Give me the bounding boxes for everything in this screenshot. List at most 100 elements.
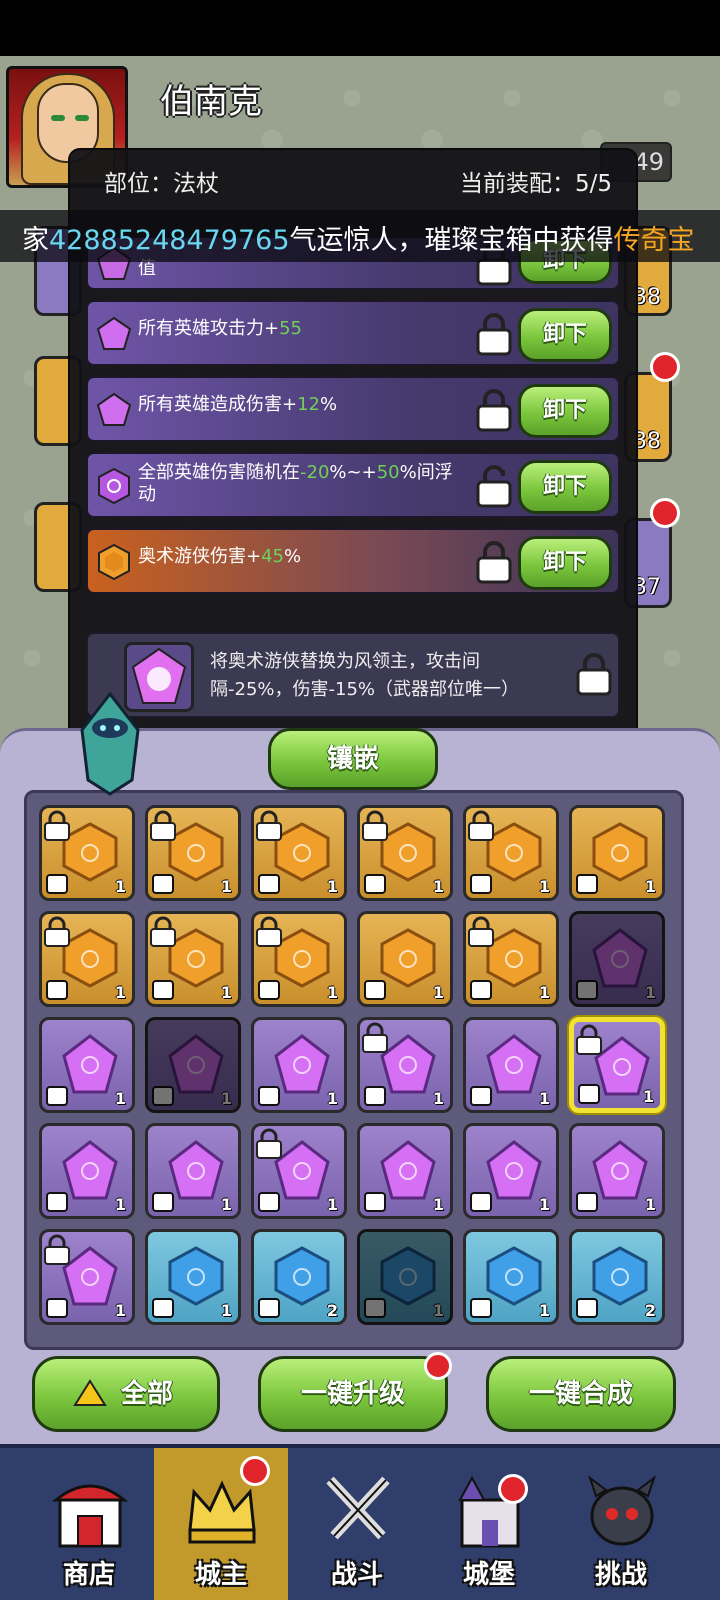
- lock-icon[interactable]: [474, 540, 514, 584]
- lock-icon[interactable]: [574, 652, 614, 696]
- gem-cell[interactable]: 1: [251, 1017, 347, 1113]
- gem-cell[interactable]: 1: [251, 1123, 347, 1219]
- gem-count: 1: [432, 877, 444, 896]
- gem-cell[interactable]: 1: [251, 911, 347, 1007]
- armor-slot-icon: [364, 874, 386, 894]
- lock-icon[interactable]: [474, 388, 514, 432]
- effect-row-5: 奥术游侠伤害+45% 卸下: [86, 528, 620, 594]
- one-click-merge-button[interactable]: 一键合成: [486, 1356, 676, 1432]
- gem-cell[interactable]: 1: [39, 1017, 135, 1113]
- nav-battle[interactable]: 战斗: [290, 1448, 424, 1600]
- lock-icon: [150, 810, 176, 841]
- one-click-upgrade-button[interactable]: 一键升级: [258, 1356, 448, 1432]
- gem-cell[interactable]: 1: [39, 1229, 135, 1325]
- broadcast-ticker: 家428852484797​65气运惊人，璀璨宝箱中获得传奇宝: [0, 210, 720, 262]
- effect-mid: %~+: [329, 462, 377, 483]
- gem-cell[interactable]: 1: [145, 1123, 241, 1219]
- gem-cell[interactable]: 1: [39, 1123, 135, 1219]
- purple-gem-icon: [486, 1034, 542, 1094]
- ring-slot-icon: [152, 1192, 174, 1212]
- gem-cell[interactable]: 1: [39, 805, 135, 901]
- ticker-rare: 传奇宝: [613, 225, 695, 256]
- gem-cell[interactable]: 1: [463, 911, 559, 1007]
- gem-cell[interactable]: 1: [357, 1229, 453, 1325]
- unload-button[interactable]: 卸下: [518, 308, 612, 362]
- blue-gem-icon: [380, 1246, 436, 1306]
- gem-cell[interactable]: 1: [463, 805, 559, 901]
- gem-cell[interactable]: 1: [463, 1229, 559, 1325]
- gem-cell[interactable]: 1: [357, 805, 453, 901]
- nav-castle[interactable]: 城堡: [422, 1448, 556, 1600]
- gem-cell[interactable]: 2: [569, 1229, 665, 1325]
- filter-all-button[interactable]: 全部: [32, 1356, 220, 1432]
- unload-button[interactable]: 卸下: [518, 384, 612, 438]
- gem-count: 1: [644, 877, 656, 896]
- lock-icon[interactable]: [474, 312, 514, 356]
- nav-label: 商店: [62, 1560, 115, 1590]
- crown-slot-icon: [576, 980, 598, 1000]
- gem-cell[interactable]: 1: [569, 911, 665, 1007]
- purple-gem-icon: [592, 928, 648, 988]
- blue-gem-icon: [274, 1246, 330, 1306]
- hero-name: 伯南克: [160, 82, 262, 122]
- gem-count: 1: [538, 1301, 550, 1320]
- gem-grid: 1 1 1 1 1 1 1 1 1 1 1 1 1 1 1 1 1 1 1 1 1 1 1 1 1 1 2 1 1 2: [24, 790, 684, 1350]
- notification-badge: [650, 498, 680, 528]
- gem-count: 1: [114, 1301, 126, 1320]
- purple-pentagon-gem-icon: [96, 392, 132, 426]
- ticker-player-id: 428852484797​65: [49, 225, 290, 256]
- effect-value: 12: [297, 394, 320, 415]
- blue-gem-icon: [486, 1246, 542, 1306]
- nav-shop[interactable]: 商店: [22, 1448, 156, 1600]
- staff-slot-icon: [46, 980, 68, 1000]
- gem-count: 1: [114, 1089, 126, 1108]
- nav-lord[interactable]: 城主: [154, 1448, 288, 1600]
- gem-count: 1: [220, 877, 232, 896]
- unload-button[interactable]: 卸下: [518, 460, 612, 514]
- gem-cell[interactable]: 1: [145, 911, 241, 1007]
- gem-count: 1: [220, 983, 232, 1002]
- gem-cell[interactable]: 1: [569, 805, 665, 901]
- lock-icon: [256, 1128, 282, 1159]
- lock-icon: [150, 916, 176, 947]
- gem-count: 1: [642, 1087, 654, 1106]
- armor-slot-icon: [576, 1298, 598, 1318]
- armor-slot-icon: [364, 1086, 386, 1106]
- effect-value: -20: [300, 462, 330, 483]
- gem-cell[interactable]: 1: [357, 1017, 453, 1113]
- gem-cell[interactable]: 1: [145, 805, 241, 901]
- lock-icon: [362, 810, 388, 841]
- effect-prefix: 奥术游侠伤害+: [138, 546, 262, 567]
- nav-challenge[interactable]: 挑战: [554, 1448, 688, 1600]
- gem-cell[interactable]: 1: [357, 1123, 453, 1219]
- nav-label: 战斗: [330, 1560, 383, 1590]
- gem-cell[interactable]: 1: [39, 911, 135, 1007]
- gem-cell[interactable]: 1: [463, 1123, 559, 1219]
- gem-cell[interactable]: 1: [145, 1229, 241, 1325]
- lock-icon: [256, 810, 282, 841]
- purple-gem-icon: [592, 1140, 648, 1200]
- amulet-slot-icon: [364, 980, 386, 1000]
- gem-cell[interactable]: 1: [569, 1017, 665, 1113]
- staff-slot-icon: [152, 980, 174, 1000]
- gem-cell[interactable]: 2: [251, 1229, 347, 1325]
- staff-slot-icon: [578, 1084, 600, 1104]
- gem-cell[interactable]: 1: [357, 911, 453, 1007]
- unlocked-icon[interactable]: [474, 464, 514, 508]
- unload-button[interactable]: 卸下: [518, 536, 612, 590]
- gem-cell[interactable]: 1: [251, 805, 347, 901]
- gem-count: 1: [220, 1195, 232, 1214]
- gem-count: 1: [644, 983, 656, 1002]
- inlay-button[interactable]: 镶嵌: [268, 728, 438, 790]
- armor-slot-icon: [470, 1298, 492, 1318]
- gem-count: 1: [432, 1195, 444, 1214]
- nav-label: 城主: [194, 1560, 247, 1590]
- gem-count: 1: [326, 1195, 338, 1214]
- blue-gem-icon: [168, 1246, 224, 1306]
- effect-prefix: 全部英雄伤害随机在: [138, 462, 300, 483]
- crown-slot-icon: [152, 1298, 174, 1318]
- orange-hex-gem-icon: [98, 544, 130, 580]
- gem-cell[interactable]: 1: [145, 1017, 241, 1113]
- gem-cell[interactable]: 1: [569, 1123, 665, 1219]
- gem-cell[interactable]: 1: [463, 1017, 559, 1113]
